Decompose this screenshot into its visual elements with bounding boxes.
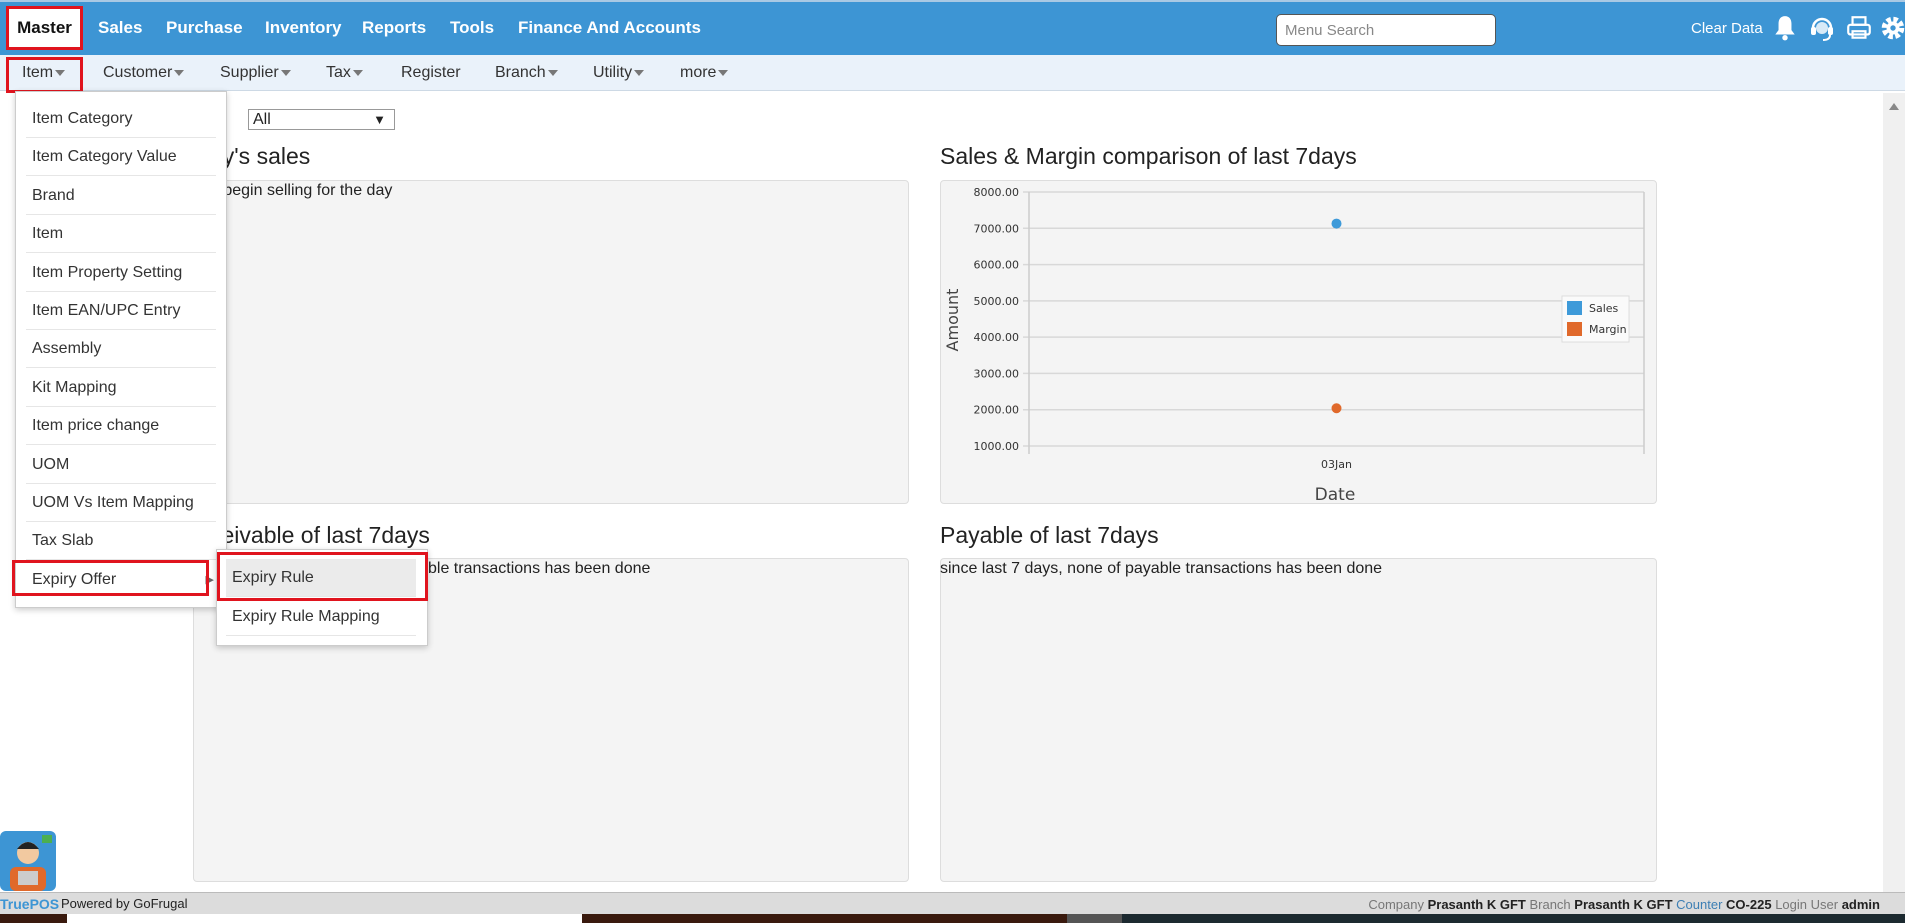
menu-uom-vs-item-mapping[interactable]: UOM Vs Item Mapping (26, 484, 216, 522)
y-tick-label: 3000.00 (974, 367, 1020, 380)
legend-swatch (1567, 301, 1582, 315)
sales-margin-chart: 8000.00 7000.00 6000.00 5000.00 4000.00 3000.… (943, 186, 1645, 505)
menu-brand[interactable]: Brand (26, 177, 216, 215)
highlight-box (12, 560, 209, 596)
y-tick-label: 7000.00 (974, 222, 1020, 235)
menu-tax-slab[interactable]: Tax Slab (26, 522, 216, 560)
y-tick-label: 5000.00 (974, 295, 1020, 308)
highlight-box (217, 552, 428, 601)
data-point-margin (1331, 403, 1342, 414)
y-axis-label: Amount (943, 289, 962, 352)
data-point-sales (1331, 218, 1342, 229)
legend-swatch (1567, 322, 1582, 336)
x-tick-label: 03Jan (1321, 458, 1352, 471)
y-tick-label: 6000.00 (974, 259, 1020, 272)
menu-kit-mapping[interactable]: Kit Mapping (26, 369, 216, 407)
menu-item-category[interactable]: Item Category (26, 100, 216, 138)
menu-item-ean-upc-entry[interactable]: Item EAN/UPC Entry (26, 292, 216, 330)
menu-item-category-value[interactable]: Item Category Value (26, 138, 216, 176)
menu-assembly[interactable]: Assembly (26, 330, 216, 368)
y-tick-label: 2000.00 (974, 404, 1020, 417)
y-tick-label: 8000.00 (974, 186, 1020, 199)
menu-item-price-change[interactable]: Item price change (26, 407, 216, 445)
y-tick-label: 4000.00 (974, 331, 1020, 344)
menu-uom[interactable]: UOM (26, 446, 216, 484)
menu-item-property-setting[interactable]: Item Property Setting (26, 254, 216, 292)
y-tick-label: 1000.00 (974, 440, 1020, 453)
x-axis-label: Date (1315, 485, 1356, 505)
menu-expiry-rule-mapping[interactable]: Expiry Rule Mapping (226, 598, 416, 636)
item-dropdown-menu: Item Category Item Category Value Brand … (15, 91, 227, 608)
menu-item[interactable]: Item (26, 215, 216, 253)
legend-label: Sales (1589, 302, 1619, 315)
legend-label: Margin (1589, 323, 1627, 336)
